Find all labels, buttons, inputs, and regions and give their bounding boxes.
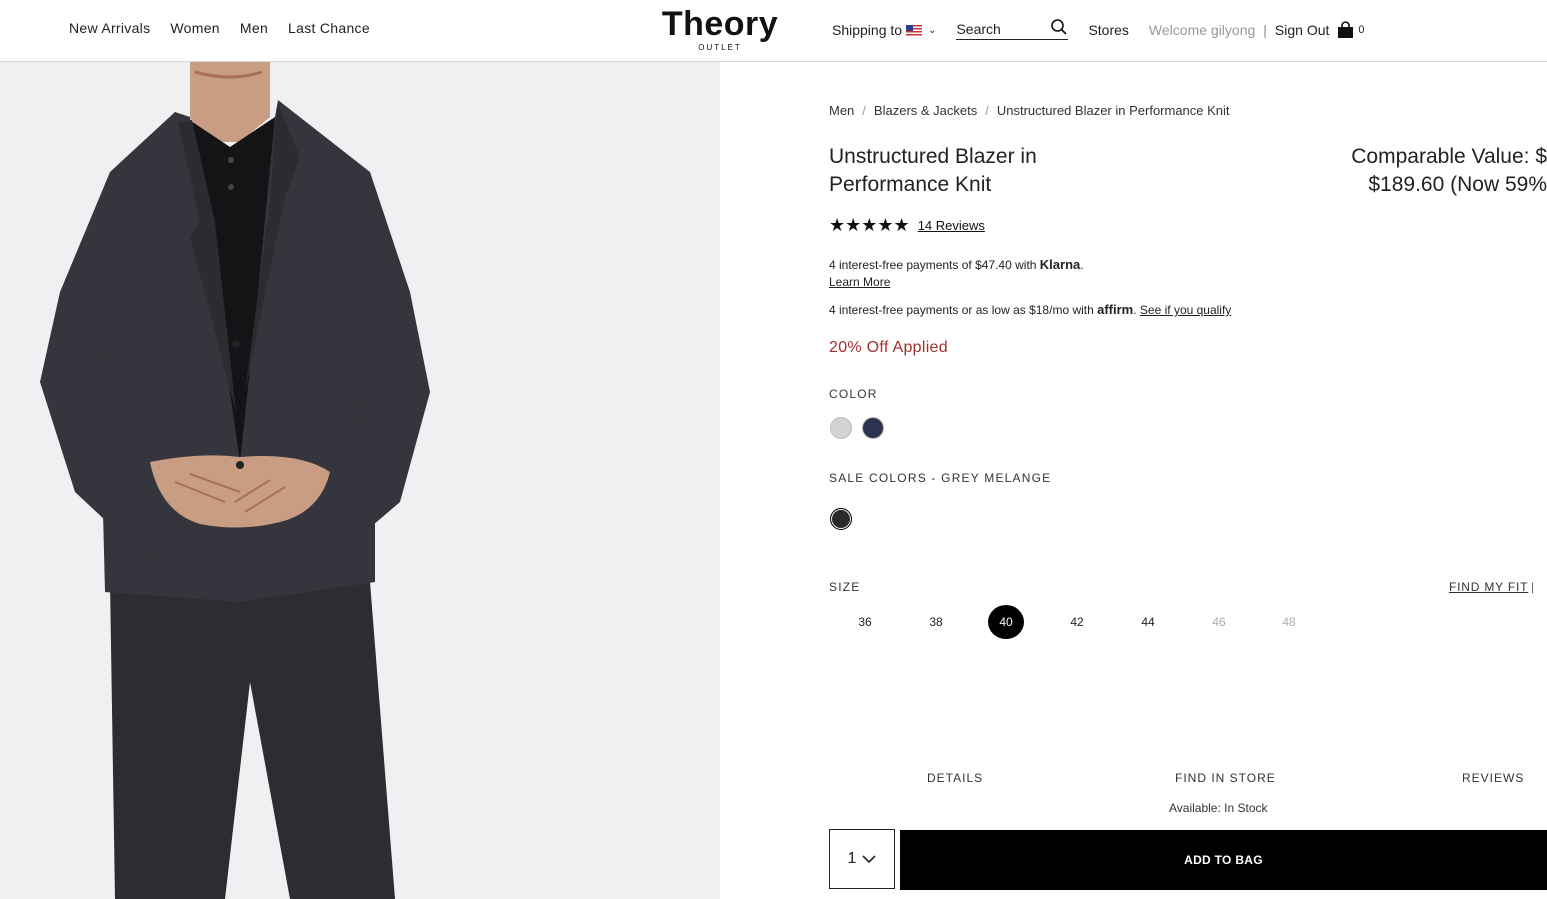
breadcrumb: Men / Blazers & Jackets / Unstructured B… — [829, 103, 1230, 118]
klarna-text: 4 interest-free payments of $47.40 with — [829, 258, 1040, 272]
tab-reviews[interactable]: REVIEWS — [1462, 771, 1524, 785]
quantity-value: 1 — [847, 850, 857, 867]
star-rating-icon: ★★★★★ — [829, 215, 910, 235]
shopping-bag-button[interactable]: 0 — [1337, 21, 1365, 39]
promo-applied: 20% Off Applied — [829, 339, 948, 356]
quantity-select[interactable]: 1 — [829, 829, 895, 889]
size-option-36[interactable]: 36 — [847, 605, 883, 639]
size-option-44[interactable]: 44 — [1130, 605, 1166, 639]
breadcrumb-separator: / — [985, 103, 989, 118]
affirm-period: . — [1133, 303, 1140, 317]
color-swatch-light-grey[interactable] — [830, 417, 852, 439]
comparable-value-line2: $189.60 (Now 59% — [1368, 173, 1547, 196]
size-option-42[interactable]: 42 — [1059, 605, 1095, 639]
find-my-fit-separator: | — [1531, 580, 1535, 594]
affirm-qualify-link[interactable]: See if you qualify — [1140, 303, 1231, 317]
shipping-label: Shipping to — [832, 22, 903, 38]
breadcrumb-separator: / — [862, 103, 866, 118]
klarna-message: 4 interest-free payments of $47.40 with … — [829, 257, 1084, 272]
learn-more-link[interactable]: Learn More — [829, 275, 890, 289]
main-nav: New Arrivals Women Men Last Chance — [69, 20, 370, 36]
size-options: 36 38 40 42 44 46 48 — [829, 605, 1309, 639]
size-label: SIZE — [829, 580, 861, 594]
product-title: Unstructured Blazer in Performance Knit — [829, 145, 1037, 196]
tab-details[interactable]: DETAILS — [927, 771, 983, 785]
shopping-bag-icon — [1338, 21, 1354, 38]
welcome-text: Welcome gilyong — [1148, 22, 1256, 38]
shipping-selector[interactable]: Shipping to ⌄ — [832, 22, 936, 38]
nav-last-chance[interactable]: Last Chance — [288, 20, 370, 36]
breadcrumb-current[interactable]: Unstructured Blazer in Performance Knit — [997, 103, 1230, 118]
search-field[interactable]: Search — [956, 18, 1069, 40]
color-label: COLOR — [829, 387, 878, 401]
product-image[interactable] — [0, 62, 720, 899]
sign-out-link[interactable]: Sign Out — [1275, 22, 1329, 38]
us-flag-icon — [906, 24, 923, 36]
klarna-period: . — [1080, 258, 1084, 272]
comparable-value: Comparable Value: $ $189.60 (Now 59% — [1280, 143, 1547, 199]
size-option-46[interactable]: 46 — [1201, 605, 1237, 639]
nav-women[interactable]: Women — [170, 20, 219, 36]
find-my-fit-link[interactable]: FIND MY FIT — [1449, 580, 1528, 594]
affirm-text: 4 interest-free payments or as low as $1… — [829, 303, 1098, 317]
chevron-down-icon — [862, 855, 877, 864]
logo-wordmark: Theory — [661, 5, 779, 43]
affirm-message: 4 interest-free payments or as low as $1… — [829, 302, 1231, 317]
search-input[interactable]: Search — [956, 21, 1000, 37]
product-rating: ★★★★★ 14 Reviews — [829, 215, 985, 236]
search-icon[interactable] — [1050, 18, 1068, 36]
model-wearing-blazer-image — [40, 62, 430, 899]
nav-men[interactable]: Men — [240, 20, 268, 36]
chevron-down-icon: ⌄ — [928, 24, 937, 36]
logo-subtitle: OUTLET — [698, 43, 742, 52]
tab-find-in-store[interactable]: FIND IN STORE — [1175, 771, 1276, 785]
header-separator: | — [1263, 22, 1267, 38]
size-option-38[interactable]: 38 — [918, 605, 954, 639]
klarna-logo: Klarna — [1039, 257, 1081, 272]
bag-count: 0 — [1358, 24, 1365, 36]
size-option-40[interactable]: 40 — [988, 605, 1024, 639]
add-to-bag-button[interactable]: ADD TO BAG — [900, 830, 1547, 890]
color-swatch-grey-melange[interactable] — [830, 508, 852, 530]
availability-status: Available: In Stock — [1169, 801, 1268, 815]
breadcrumb-blazers[interactable]: Blazers & Jackets — [874, 103, 977, 118]
site-header: New Arrivals Women Men Last Chance Theor… — [0, 0, 1547, 62]
color-swatch-navy[interactable] — [862, 417, 884, 439]
affirm-logo: affirm — [1097, 302, 1134, 317]
size-option-48[interactable]: 48 — [1271, 605, 1307, 639]
stores-link[interactable]: Stores — [1088, 22, 1128, 38]
nav-new-arrivals[interactable]: New Arrivals — [69, 20, 150, 36]
comparable-value-line1: Comparable Value: $ — [1351, 145, 1547, 168]
breadcrumb-men[interactable]: Men — [829, 103, 854, 118]
sale-colors-label: SALE COLORS - GREY MELANGE — [829, 471, 1052, 485]
site-logo[interactable]: Theory OUTLET — [653, 6, 787, 52]
utility-nav: Shipping to ⌄ Search Stores Welcome gily… — [832, 18, 1365, 40]
reviews-link[interactable]: 14 Reviews — [918, 218, 985, 233]
